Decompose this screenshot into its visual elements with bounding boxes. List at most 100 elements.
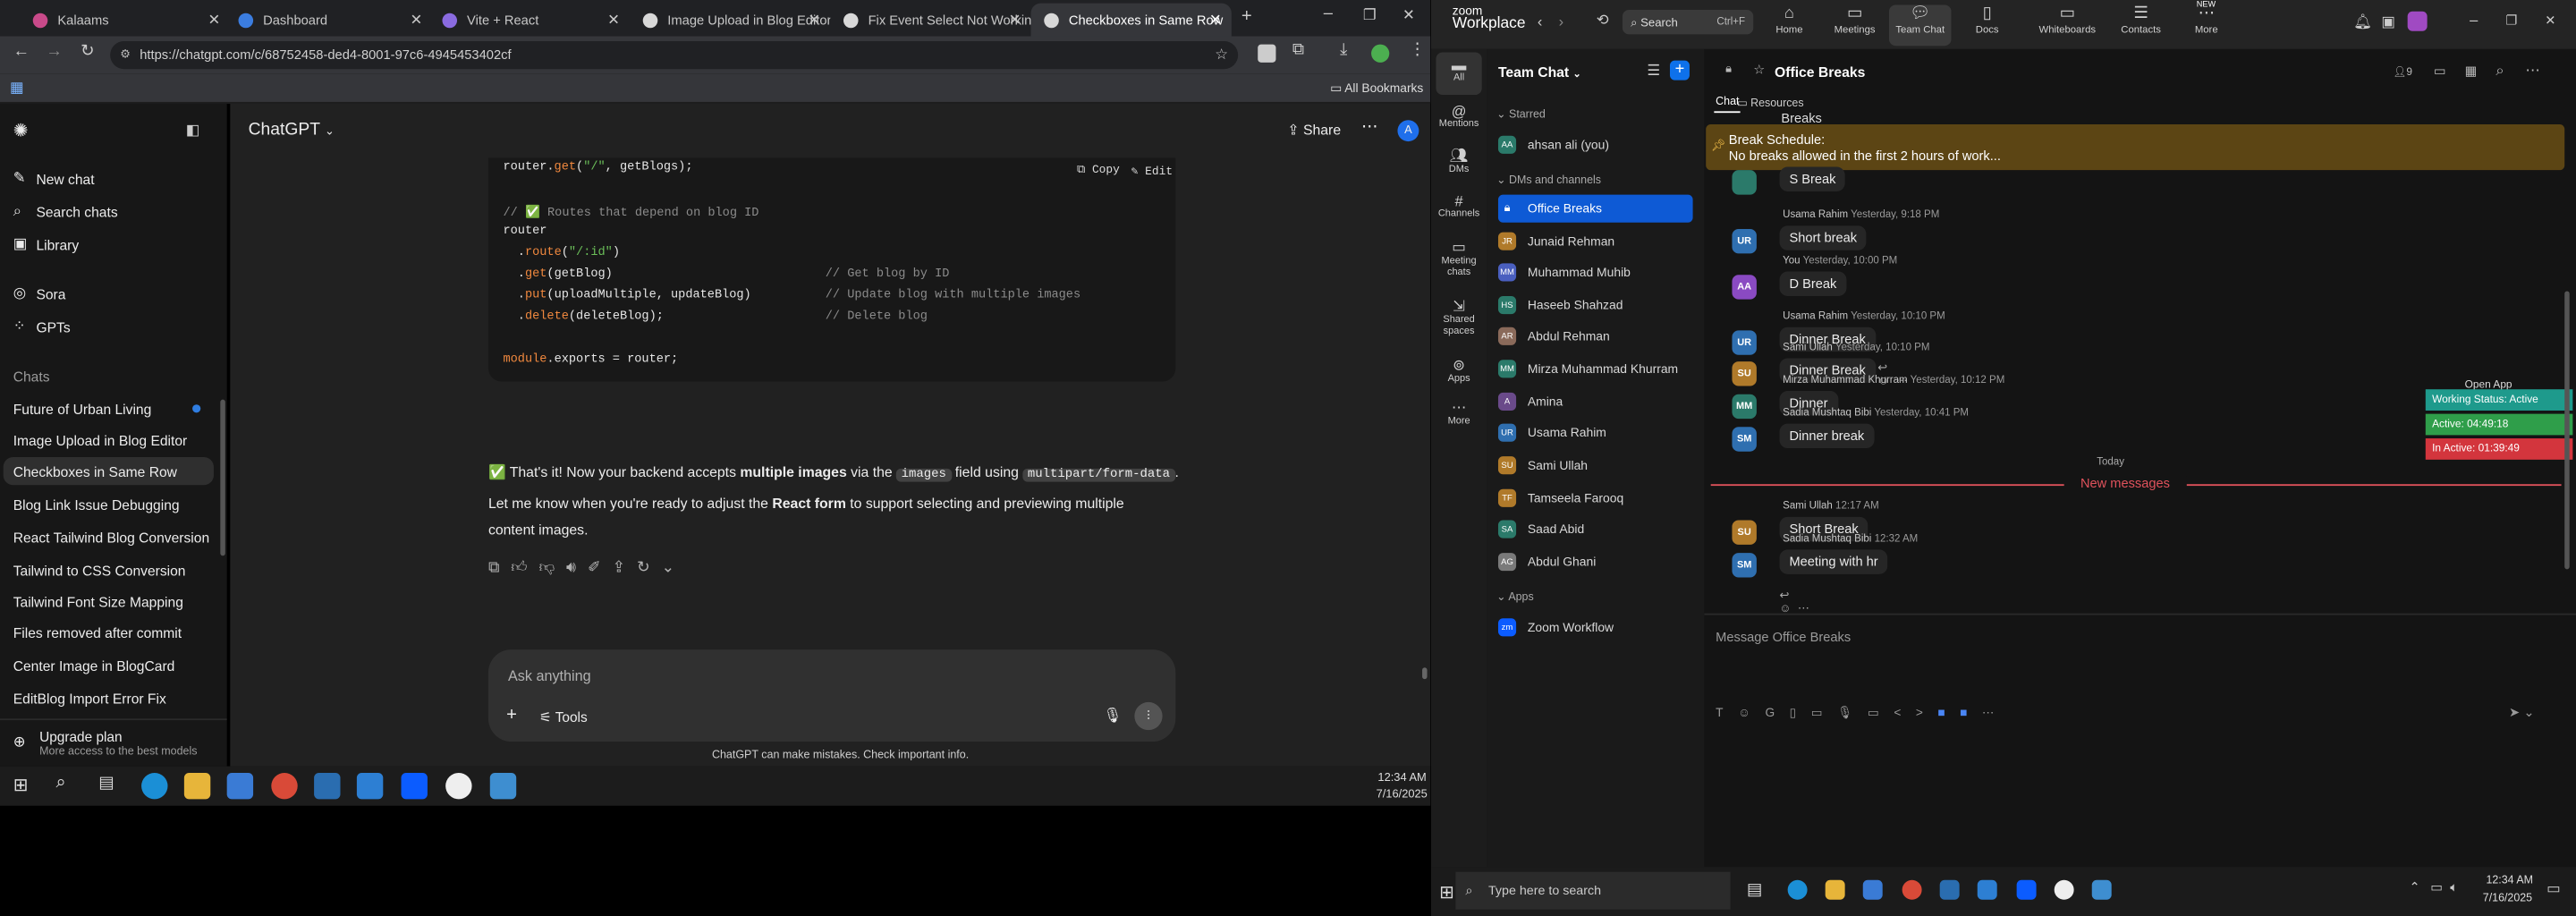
prompt-input[interactable]: Ask anything xyxy=(508,667,591,683)
task-view-icon[interactable]: ▤ xyxy=(1747,882,1762,900)
tray-chevron-icon[interactable]: ⌃ xyxy=(2410,880,2420,895)
app-icon[interactable] xyxy=(314,772,341,800)
close-tab-icon[interactable]: ✕ xyxy=(1009,12,1021,30)
code-icon[interactable]: <> xyxy=(1894,705,1937,719)
more-icon[interactable]: ⋯ xyxy=(1982,705,2009,719)
zoom-app-icon[interactable] xyxy=(2016,879,2037,900)
close-tab-icon[interactable]: ✕ xyxy=(411,12,423,30)
chatgpt-app-icon[interactable] xyxy=(2054,879,2074,900)
add-attachment-icon[interactable]: + xyxy=(506,706,517,725)
user-avatar[interactable]: A xyxy=(1397,120,1419,142)
maximize-icon[interactable]: ❐ xyxy=(2505,13,2517,28)
chat-item[interactable]: React Tailwind Blog Conversion xyxy=(13,530,209,546)
extension-icon[interactable] xyxy=(1258,44,1276,63)
dm-item[interactable]: TF Tamseela Farooq xyxy=(1497,484,1693,512)
thumbs-down-icon[interactable]: 👎︎ xyxy=(538,559,566,577)
account-avatar[interactable] xyxy=(2407,11,2428,31)
filter-icon[interactable]: ☰ xyxy=(1647,62,1660,80)
profile-avatar[interactable] xyxy=(1371,44,1390,63)
openai-logo-icon[interactable]: ✺ xyxy=(13,120,29,141)
dm-item[interactable]: UR Usama Rahim xyxy=(1497,419,1693,446)
search-chats-button[interactable]: Search chats xyxy=(36,204,117,220)
tab-fix-event[interactable]: Fix Event Select Not Working ✕ xyxy=(830,4,1031,37)
dm-item[interactable]: A Amina xyxy=(1497,387,1693,415)
maximize-icon[interactable]: ❐ xyxy=(1363,6,1377,24)
minimize-icon[interactable]: – xyxy=(1324,5,1333,23)
paint-icon[interactable] xyxy=(489,772,517,800)
nav-whiteboards[interactable]: ▭ Whiteboards xyxy=(2029,4,2105,36)
zoom-search[interactable]: ⌕ Search Ctrl+F xyxy=(1622,9,1754,35)
file-explorer-icon[interactable] xyxy=(1825,879,1845,900)
nav-team-chat[interactable]: 💬︎ Team Chat xyxy=(1889,4,1952,47)
back-icon[interactable]: ← xyxy=(13,43,30,61)
edit-canvas-icon[interactable]: ✐ xyxy=(588,559,613,577)
minimize-icon[interactable]: – xyxy=(2470,12,2478,28)
nav-more[interactable]: NEW ⋯ More xyxy=(2175,0,2237,36)
rail-more[interactable]: ⋯ More xyxy=(1431,399,1487,427)
team-chat-menu[interactable]: Team Chat ⌄ xyxy=(1498,64,1581,80)
dm-item[interactable]: SA Saad Abid xyxy=(1497,515,1693,543)
windows-start-icon[interactable]: ⊞ xyxy=(13,775,29,796)
more-options-icon[interactable]: ⋯ xyxy=(2525,62,2539,80)
new-tab-icon[interactable]: + xyxy=(1241,6,1252,26)
copy-button[interactable]: ⧉ Copy xyxy=(1077,165,1120,178)
compose-new-button[interactable]: + xyxy=(1669,60,1690,81)
channel-title[interactable]: Office Breaks xyxy=(1775,64,1865,80)
sidebar-scrollbar[interactable] xyxy=(220,399,225,556)
regenerate-icon[interactable]: ↻⌄ xyxy=(637,559,686,577)
dm-item[interactable]: HS Haseeb Shahzad xyxy=(1497,291,1693,318)
format-icon[interactable]: T xyxy=(1716,705,1738,719)
forward-icon[interactable]: → xyxy=(46,43,62,61)
app-window-icon[interactable]: ▣ xyxy=(2381,13,2395,31)
chat-item[interactable]: Future of Urban Living xyxy=(13,402,152,418)
site-info-icon[interactable]: ⚙ xyxy=(120,41,131,69)
emoji-icon[interactable]: ☺ xyxy=(1738,705,1765,719)
rail-dms[interactable]: 👥︎ DMs xyxy=(1431,148,1487,175)
store-icon[interactable] xyxy=(1862,879,1883,900)
chat-scrollbar[interactable] xyxy=(2564,291,2570,570)
search-icon[interactable]: ⌕ xyxy=(55,773,65,794)
library-button[interactable]: Library xyxy=(36,237,79,253)
calendar-icon[interactable]: ▦ xyxy=(2465,64,2478,78)
rail-mentions[interactable]: @ Mentions xyxy=(1431,103,1487,129)
url-field[interactable]: ⚙ https://chatgpt.com/c/68752458-ded4-800… xyxy=(110,40,1239,70)
chat-item[interactable]: Image Upload in Blog Editor xyxy=(13,432,188,448)
model-selector[interactable]: ChatGPT ⌄ xyxy=(249,120,335,140)
network-icon[interactable]: ▭ xyxy=(2430,880,2443,895)
chat-item[interactable]: Checkboxes in Same Row xyxy=(13,463,177,479)
tab-chat[interactable]: Chat xyxy=(1716,97,1739,108)
edge-icon[interactable] xyxy=(1787,879,1808,900)
dm-item[interactable]: AR Abdul Rehman xyxy=(1497,322,1693,350)
tools-button[interactable]: ⚟ Tools xyxy=(539,708,588,725)
rail-meeting-chats[interactable]: ▭ Meeting chats xyxy=(1431,239,1487,280)
rail-all[interactable]: ▬ All xyxy=(1431,57,1487,83)
chat-item[interactable]: EditBlog Import Error Fix xyxy=(13,691,166,707)
close-tab-icon[interactable]: ✕ xyxy=(1209,12,1222,30)
volume-icon[interactable]: 🔈︎ xyxy=(2450,880,2458,896)
store-icon[interactable] xyxy=(226,772,254,800)
message-input[interactable]: Message Office Breaks xyxy=(1716,630,1851,644)
members-button[interactable]: 👤︎9 xyxy=(2393,65,2412,79)
vscode-icon[interactable] xyxy=(356,772,384,800)
chat-item[interactable]: Blog Link Issue Debugging xyxy=(13,496,180,513)
paint-icon[interactable] xyxy=(2091,879,2112,900)
gif-icon[interactable]: G xyxy=(1766,705,1790,719)
reaction-icons[interactable]: ↩☺⋯ xyxy=(1779,589,1815,615)
tab-resources[interactable]: ▭ Resources xyxy=(1737,97,1804,110)
video-call-icon[interactable]: ▭ xyxy=(2434,64,2446,78)
forward-icon[interactable]: › xyxy=(1559,13,1563,30)
app-icon[interactable]: ■ xyxy=(1960,705,1982,719)
rail-channels[interactable]: # Channels xyxy=(1431,193,1487,219)
starred-header[interactable]: ⌄ Starred xyxy=(1496,108,1546,122)
close-window-icon[interactable]: ✕ xyxy=(2545,13,2555,28)
download-icon[interactable]: ⤓ xyxy=(1340,41,1347,59)
pinned-banner[interactable]: 📌︎ Break Schedule: No breaks allowed in … xyxy=(1706,123,2565,171)
chrome-icon[interactable] xyxy=(1902,879,1922,900)
file-explorer-icon[interactable] xyxy=(183,772,211,800)
bookmark-star-icon[interactable]: ☆ xyxy=(1215,41,1228,69)
task-view-icon[interactable]: ▤ xyxy=(98,775,114,793)
main-scrollbar[interactable] xyxy=(1422,667,1428,680)
dm-item[interactable]: MM Muhammad Muhib xyxy=(1497,259,1693,286)
channel-office-breaks[interactable]: 🔒︎ Office Breaks xyxy=(1497,194,1693,223)
apps-grid-icon[interactable]: ▦ xyxy=(10,79,24,97)
